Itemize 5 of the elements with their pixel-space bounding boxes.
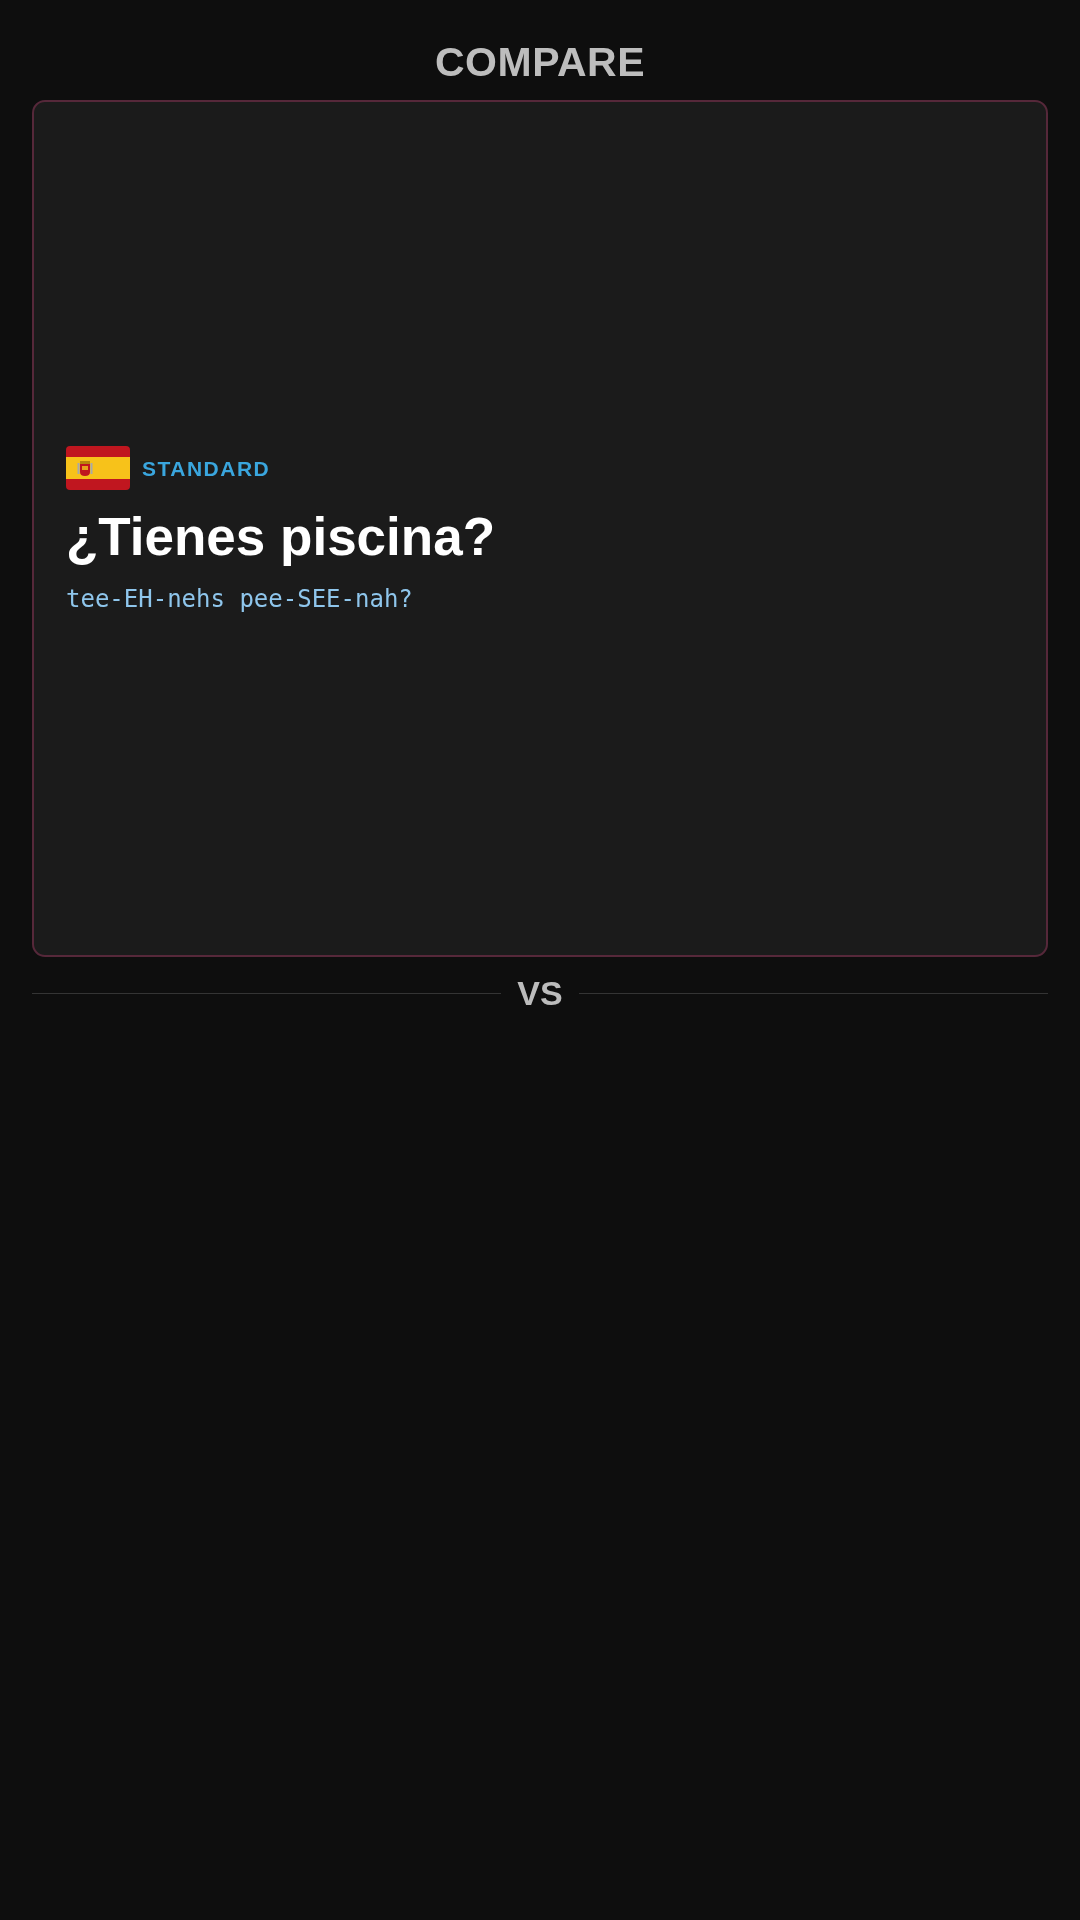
flag-icon: [66, 446, 130, 490]
pronunciation-text: tee-EH-nehs pee-SEE-nah?: [66, 587, 413, 611]
vs-label: VS: [517, 976, 563, 1010]
page-title: COMPARE: [435, 42, 645, 83]
dialect-label: STANDARD: [142, 457, 271, 479]
